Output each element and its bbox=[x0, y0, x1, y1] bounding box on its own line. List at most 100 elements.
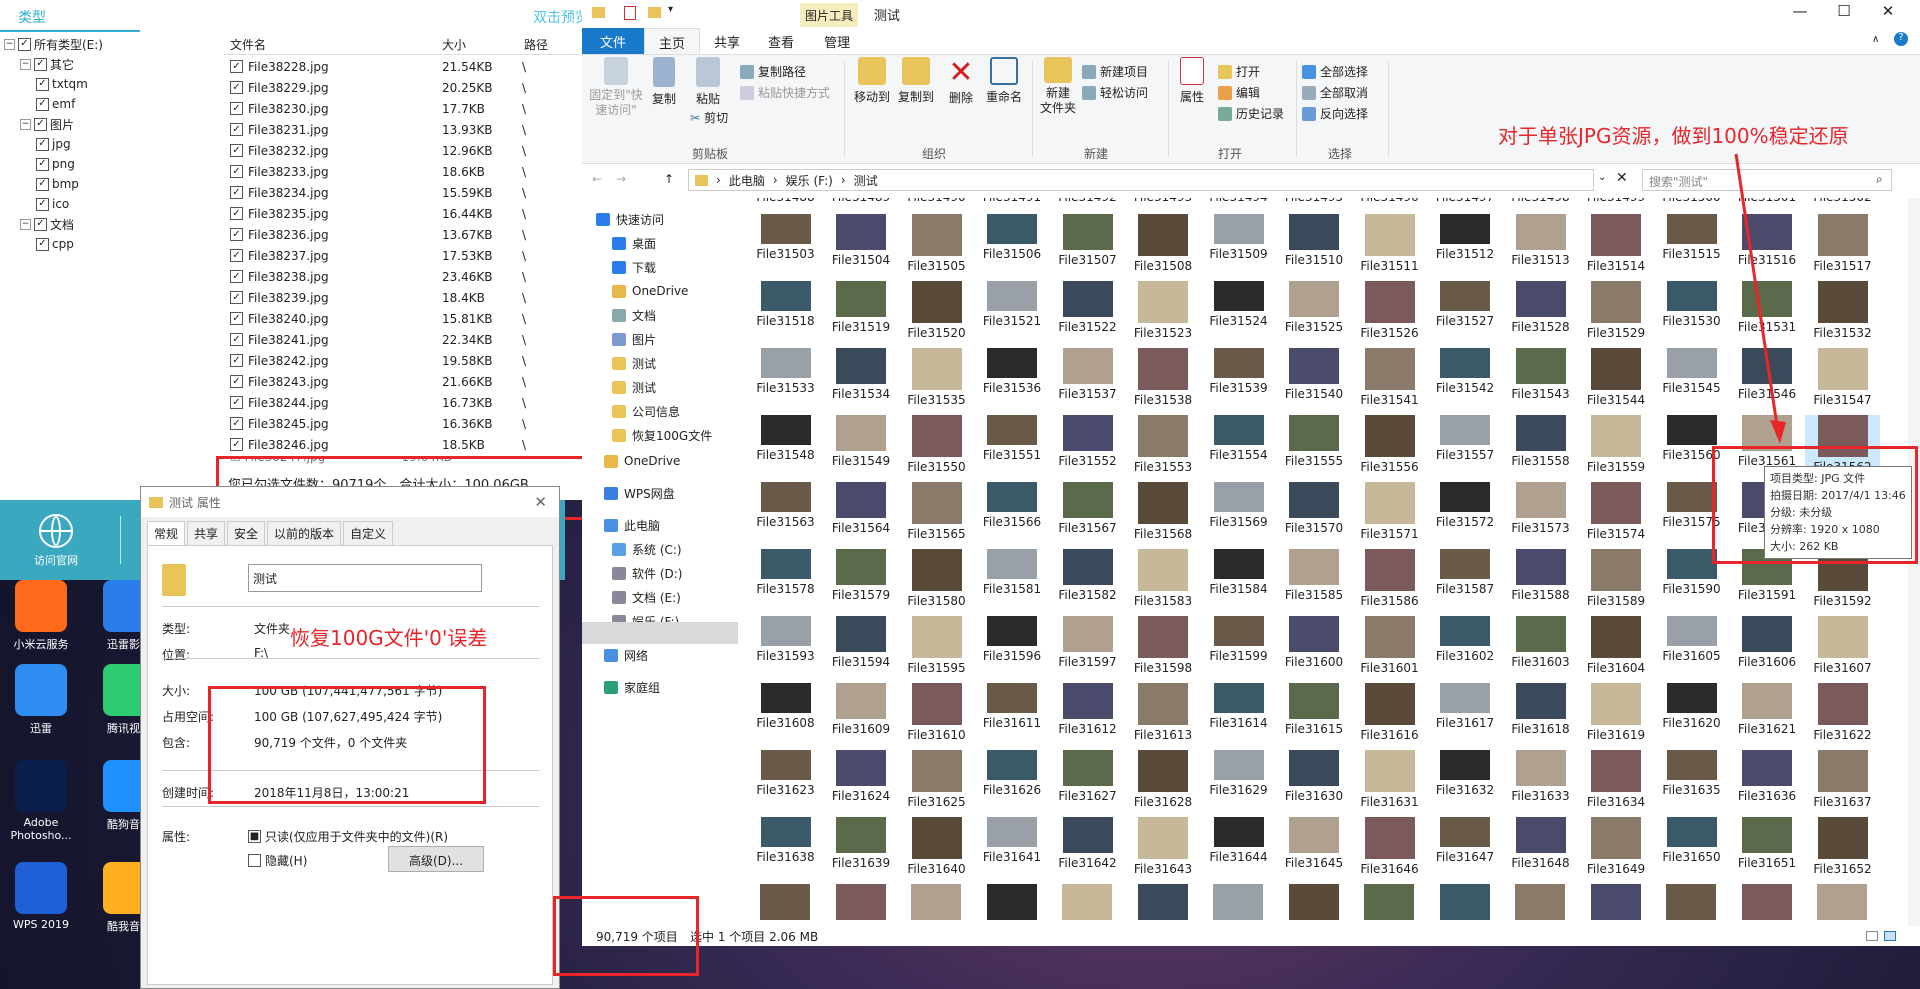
tree-node[interactable]: − ✓ 图片 bbox=[20, 114, 74, 134]
file-item[interactable]: File31524 bbox=[1201, 281, 1276, 328]
file-item[interactable]: File31641 bbox=[975, 817, 1050, 864]
file-item[interactable]: File31586 bbox=[1352, 549, 1427, 608]
tree-node[interactable]: ✓ ico bbox=[36, 194, 69, 214]
file-item[interactable]: File31633 bbox=[1503, 750, 1578, 803]
file-item[interactable]: File31536 bbox=[975, 348, 1050, 395]
file-row[interactable]: ✓ File38235.jpg 16.44KB \ bbox=[230, 203, 570, 224]
file-item[interactable]: File31628 bbox=[1126, 750, 1201, 809]
file-item[interactable]: File31647 bbox=[1428, 817, 1503, 864]
file-item[interactable]: File31638 bbox=[748, 817, 823, 864]
file-item[interactable]: File31527 bbox=[1428, 281, 1503, 328]
rename-button[interactable]: 重命名 bbox=[982, 57, 1026, 105]
file-item[interactable]: File31492 bbox=[1050, 198, 1125, 204]
file-item[interactable]: File31547 bbox=[1805, 348, 1880, 407]
checkbox-icon[interactable]: ✓ bbox=[230, 417, 243, 430]
file-item[interactable]: File31510 bbox=[1277, 214, 1352, 267]
file-item[interactable]: File31649 bbox=[1579, 817, 1654, 876]
file-item[interactable]: File31593 bbox=[748, 616, 823, 663]
file-item[interactable]: File31632 bbox=[1428, 750, 1503, 797]
ribbon-tab[interactable]: 文件 bbox=[582, 28, 645, 54]
checkbox-icon[interactable]: ✓ bbox=[230, 186, 243, 199]
file-item[interactable]: File31528 bbox=[1503, 281, 1578, 334]
file-row[interactable]: ✓ File38237.jpg 17.53KB \ bbox=[230, 245, 570, 266]
tree-node[interactable]: ✓ bmp bbox=[36, 174, 79, 194]
breadcrumb-chevron-icon[interactable]: › bbox=[773, 173, 778, 187]
file-item[interactable]: File31625 bbox=[899, 750, 974, 809]
file-item[interactable]: File31555 bbox=[1277, 415, 1352, 468]
file-item[interactable]: File31630 bbox=[1277, 750, 1352, 803]
file-item[interactable]: File31644 bbox=[1201, 817, 1276, 864]
checkbox-icon[interactable]: ✓ bbox=[230, 123, 243, 136]
file-item[interactable]: File31635 bbox=[1654, 750, 1729, 797]
file-row[interactable]: ✓ File38240.jpg 15.81KB \ bbox=[230, 308, 570, 329]
visit-site-button[interactable]: 访问官网 bbox=[28, 514, 84, 568]
up-icon[interactable]: ↑ bbox=[664, 172, 674, 186]
dialog-tab[interactable]: 共享 bbox=[187, 521, 226, 545]
file-item[interactable]: File31651 bbox=[1730, 817, 1805, 870]
tree-node[interactable]: ✓ txtqm bbox=[36, 74, 88, 94]
file-item[interactable]: File31640 bbox=[899, 817, 974, 876]
file-item[interactable]: File31552 bbox=[1050, 415, 1125, 468]
nav-item[interactable]: OneDrive bbox=[612, 280, 688, 302]
file-row[interactable]: ✓ File38238.jpg 23.46KB \ bbox=[230, 266, 570, 287]
file-item[interactable]: File31498 bbox=[1503, 198, 1578, 204]
file-item[interactable]: File31504 bbox=[824, 214, 899, 267]
file-item[interactable]: File31629 bbox=[1201, 750, 1276, 797]
checkbox-icon[interactable]: ✓ bbox=[230, 312, 243, 325]
file-item[interactable]: File31539 bbox=[1201, 348, 1276, 395]
file-item[interactable]: File31517 bbox=[1805, 214, 1880, 273]
file-row[interactable]: ✓ File38246.jpg 18.5KB \ bbox=[230, 434, 570, 455]
dialog-tab[interactable]: 常规 bbox=[147, 521, 186, 545]
file-row[interactable]: ✓ File38243.jpg 21.66KB \ bbox=[230, 371, 570, 392]
file-item[interactable]: File31540 bbox=[1277, 348, 1352, 401]
file-item[interactable]: File31520 bbox=[899, 281, 974, 340]
file-item[interactable]: File31618 bbox=[1503, 683, 1578, 736]
nav-item[interactable]: 桌面 bbox=[612, 232, 656, 254]
address-bar[interactable]: › 此电脑 › 娱乐 (F:) › 测试 bbox=[688, 169, 1594, 191]
history-button[interactable]: 历史记录 bbox=[1218, 105, 1284, 122]
dialog-tab[interactable]: 自定义 bbox=[343, 521, 394, 545]
file-item[interactable]: File31507 bbox=[1050, 214, 1125, 267]
copy-to-button[interactable]: 复制到 bbox=[896, 57, 936, 105]
file-item[interactable]: File31605 bbox=[1654, 616, 1729, 663]
checkbox-icon[interactable]: ✓ bbox=[230, 249, 243, 262]
file-row[interactable]: ✓ File38228.jpg 21.54KB \ bbox=[230, 56, 570, 77]
file-item[interactable]: File31594 bbox=[824, 616, 899, 669]
file-item[interactable]: File31613 bbox=[1126, 683, 1201, 742]
desktop-icon[interactable]: WPS 2019 bbox=[0, 862, 82, 931]
file-item[interactable]: File31624 bbox=[824, 750, 899, 803]
nav-item[interactable]: 下载 bbox=[612, 256, 656, 278]
checkbox-icon[interactable]: ✓ bbox=[36, 157, 49, 171]
file-item[interactable]: File31584 bbox=[1201, 549, 1276, 596]
file-item[interactable]: File31548 bbox=[748, 415, 823, 462]
tree-node[interactable]: ✓ emf bbox=[36, 94, 75, 114]
file-item[interactable]: File31550 bbox=[899, 415, 974, 474]
forward-icon[interactable]: → bbox=[616, 172, 626, 186]
file-item[interactable]: File31525 bbox=[1277, 281, 1352, 334]
checkbox-icon[interactable]: ✓ bbox=[230, 165, 243, 178]
file-item[interactable]: File31541 bbox=[1352, 348, 1427, 407]
file-item[interactable]: File31505 bbox=[899, 214, 974, 273]
file-item[interactable]: File31599 bbox=[1201, 616, 1276, 663]
file-item[interactable]: File31652 bbox=[1805, 817, 1880, 876]
file-row[interactable]: ✓ File38236.jpg 13.67KB \ bbox=[230, 224, 570, 245]
invert-selection-button[interactable]: 反向选择 bbox=[1302, 105, 1368, 122]
file-item[interactable]: File31567 bbox=[1050, 482, 1125, 535]
file-item[interactable]: File31519 bbox=[824, 281, 899, 334]
collapse-icon[interactable]: − bbox=[20, 218, 31, 230]
nav-item[interactable]: 此电脑 bbox=[604, 514, 660, 536]
file-row[interactable]: ✓ File38229.jpg 20.25KB \ bbox=[230, 77, 570, 98]
file-item[interactable]: File31557 bbox=[1428, 415, 1503, 462]
file-row[interactable]: ✓ File38242.jpg 19.58KB \ bbox=[230, 350, 570, 371]
checkbox-icon[interactable]: ✓ bbox=[230, 333, 243, 346]
file-item[interactable]: File31610 bbox=[899, 683, 974, 742]
file-item[interactable]: File31529 bbox=[1579, 281, 1654, 340]
file-row[interactable]: ✓ File38241.jpg 22.34KB \ bbox=[230, 329, 570, 350]
copy-button[interactable]: 复制 bbox=[646, 57, 682, 107]
ribbon-tab[interactable]: 管理 bbox=[810, 28, 864, 54]
file-item[interactable]: File31646 bbox=[1352, 817, 1427, 876]
file-item[interactable]: File31650 bbox=[1654, 817, 1729, 864]
file-item[interactable]: File31488 bbox=[748, 198, 823, 204]
file-item[interactable]: File31582 bbox=[1050, 549, 1125, 602]
file-item[interactable]: File31491 bbox=[975, 198, 1050, 204]
